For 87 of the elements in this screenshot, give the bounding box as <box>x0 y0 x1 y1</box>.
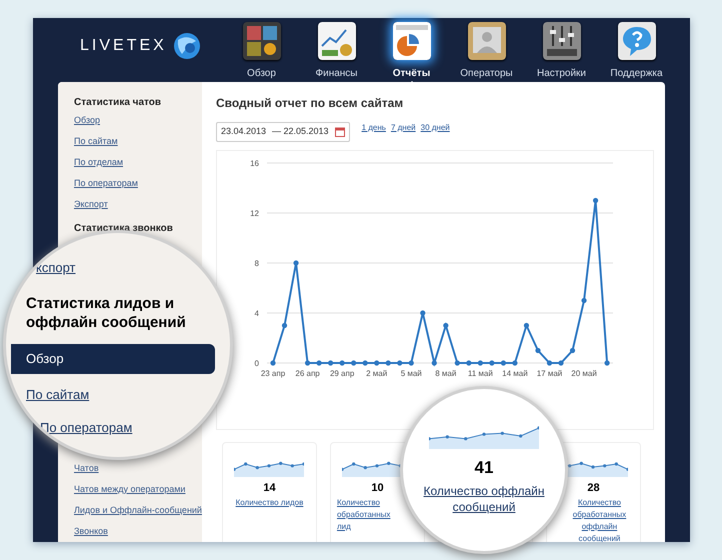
nav-tab[interactable]: Финансы <box>299 18 374 81</box>
logo-text: LIVETEX <box>80 36 167 56</box>
nav-link[interactable]: Обзор <box>74 110 100 131</box>
data-point <box>408 360 414 366</box>
period-link[interactable]: 30 дней <box>420 122 450 134</box>
speech-bubble-icon <box>618 22 656 60</box>
data-point <box>454 360 460 366</box>
x-tick-label: 14 май <box>502 369 528 378</box>
data-point <box>304 360 310 366</box>
nav-link[interactable]: Звонков <box>74 521 108 542</box>
stat-value: 28 <box>587 481 600 496</box>
data-point <box>546 360 552 366</box>
nav-link[interactable]: Лидов и Оффлайн-сообщений <box>74 500 202 521</box>
section-heading: Статистика лидов и оффлайн сообщений <box>25 294 187 333</box>
page-title: Сводный отчет по всем сайтам <box>216 95 404 112</box>
nav-link[interactable]: По сайтам <box>6 378 90 411</box>
y-tick-label: 8 <box>254 259 259 268</box>
nav-link[interactable]: Чатов <box>74 458 99 479</box>
stat-value: 14 <box>263 481 276 496</box>
data-point <box>489 360 494 366</box>
x-tick-label: 17 май <box>536 369 562 378</box>
nav-link[interactable]: Обзор <box>11 344 215 374</box>
nav-link[interactable]: По отделам <box>74 152 124 173</box>
y-tick-label: 12 <box>250 209 259 218</box>
data-point <box>420 310 426 316</box>
x-tick-label: 26 апр <box>295 369 320 378</box>
data-point <box>500 360 506 366</box>
stat-value: 10 <box>371 481 384 496</box>
data-point <box>478 360 483 366</box>
section-heading: Статистика звонков <box>74 222 174 236</box>
portrait-icon <box>468 22 506 60</box>
globe-icon <box>172 32 201 60</box>
y-tick-label: 4 <box>254 309 259 318</box>
x-tick-label: 20 май <box>571 369 597 378</box>
data-point <box>592 198 598 204</box>
nav-link[interactable]: кспорт <box>16 251 76 284</box>
data-point <box>570 348 576 354</box>
nav-tab[interactable]: Настройки <box>524 18 599 81</box>
data-point <box>604 360 610 366</box>
date-from: 23.04.2013 <box>220 125 266 138</box>
stat-link[interactable]: Количество обработанных лид <box>336 496 395 532</box>
y-tick-label: 0 <box>254 359 259 368</box>
x-tick-label: 29 апр <box>330 369 354 378</box>
x-tick-label: 23 апр <box>260 369 286 378</box>
x-tick-label: 2 май <box>366 369 388 378</box>
data-point <box>432 360 437 366</box>
data-point <box>340 360 345 366</box>
stat-link[interactable]: Количество оффлайн сообщений <box>414 482 554 514</box>
data-point <box>558 360 564 366</box>
date-range-field[interactable]: 23.04.2013 — 22.05.2013 <box>216 122 350 142</box>
nav-tab[interactable]: Операторы <box>449 18 524 81</box>
data-point <box>386 360 391 366</box>
chart-icon <box>318 22 356 60</box>
data-point <box>374 360 380 366</box>
data-point <box>362 360 368 366</box>
nav-link[interactable]: Экспорт <box>74 194 108 215</box>
data-point <box>512 360 518 366</box>
period-link[interactable]: 1 день <box>362 122 386 134</box>
data-point <box>397 360 402 366</box>
data-point <box>316 360 322 366</box>
nav-link[interactable]: По сайтам <box>74 131 118 152</box>
date-to: — 22.05.2013 <box>272 125 329 138</box>
sliders-icon <box>542 22 580 60</box>
nav-link[interactable]: По операторам <box>74 173 138 194</box>
data-point <box>535 348 541 354</box>
nav-tab[interactable]: Обзор <box>224 18 299 81</box>
data-point <box>328 360 334 366</box>
nav-tab[interactable]: Поддержка <box>599 18 674 81</box>
x-tick-label: 5 май <box>400 369 422 378</box>
data-point <box>282 322 288 328</box>
nav-link[interactable]: Чатов между операторами <box>74 479 186 500</box>
section-heading: Статистика чатов <box>74 96 162 110</box>
data-point <box>293 260 299 266</box>
stat-link[interactable]: Количество лидов <box>236 496 304 508</box>
data-point <box>270 360 276 366</box>
stat-value: 41 <box>474 457 494 479</box>
data-point <box>466 360 472 366</box>
x-tick-label: 11 май <box>468 369 493 378</box>
stat-link[interactable]: Количество обработанных оффлайн сообщений <box>566 496 632 542</box>
x-tick-label: 8 май <box>435 369 456 378</box>
data-point <box>443 322 448 328</box>
period-link[interactable]: 7 дней <box>390 122 416 134</box>
y-tick-label: 16 <box>250 159 259 168</box>
data-point <box>581 298 587 304</box>
data-point <box>351 360 356 366</box>
dashboard-icon <box>242 22 280 60</box>
data-point <box>524 322 529 328</box>
